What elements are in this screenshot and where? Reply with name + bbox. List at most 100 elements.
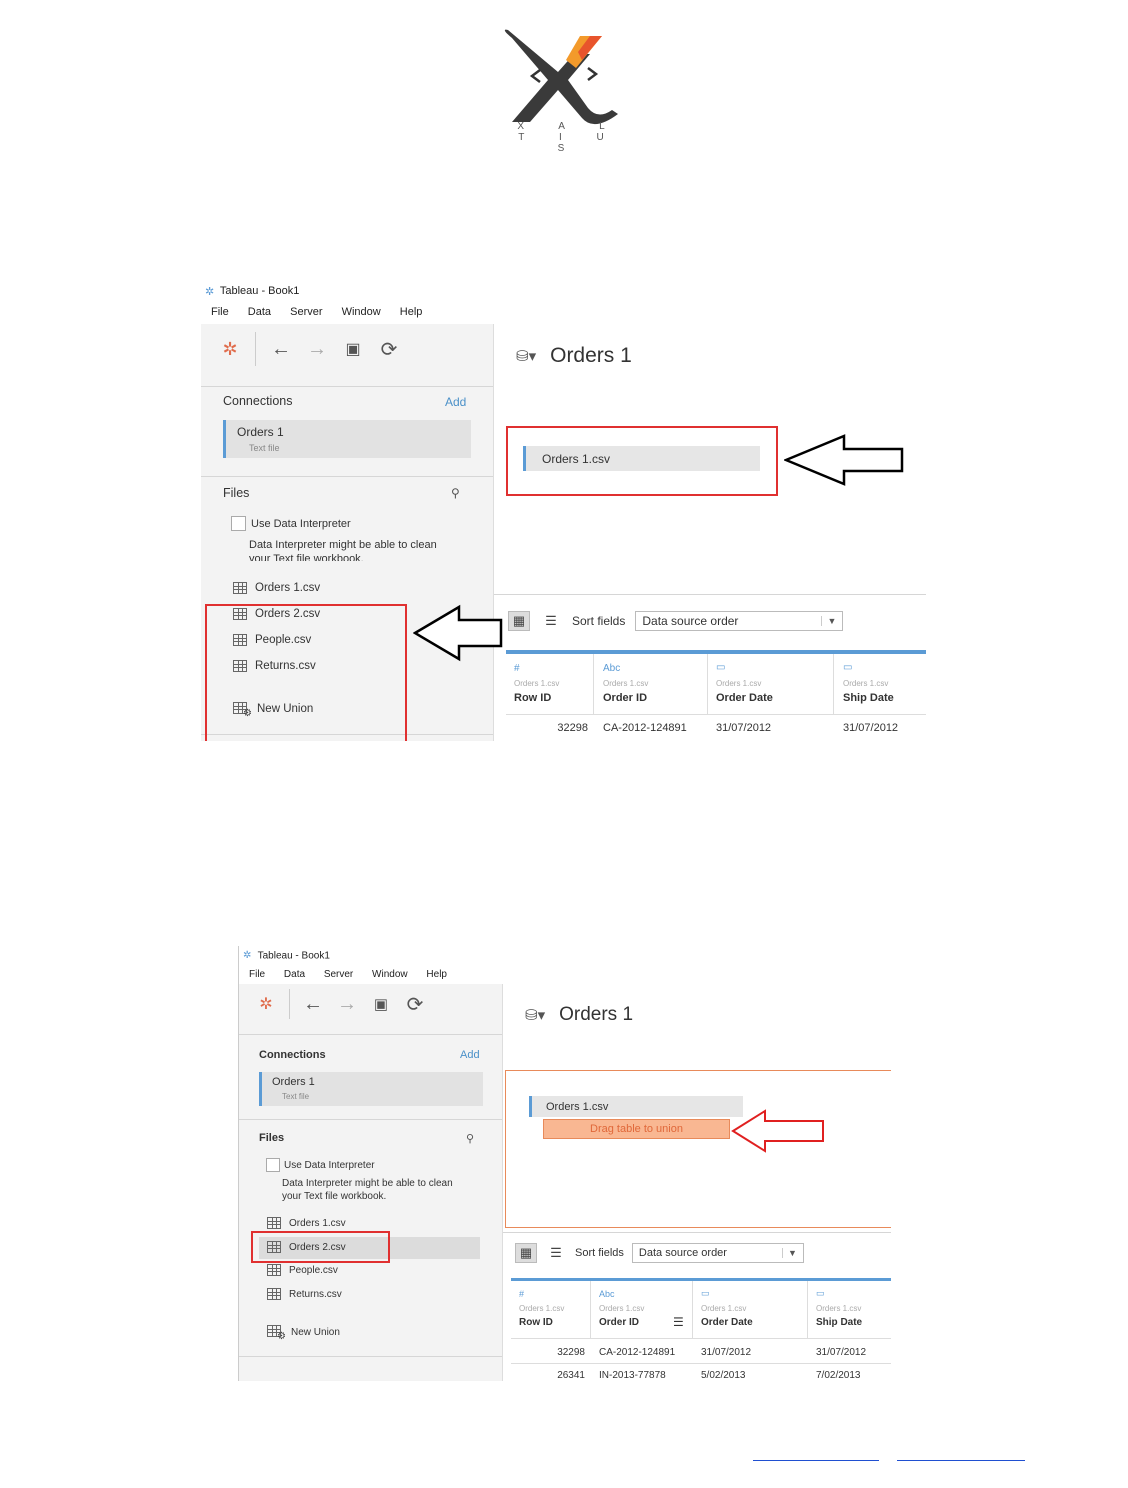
datasource-title[interactable]: Orders 1: [550, 344, 632, 368]
sort-fields-label: Sort fields: [575, 1247, 624, 1259]
save-icon[interactable]: ▣: [370, 993, 392, 1015]
file-item[interactable]: Orders 1.csv: [233, 582, 320, 594]
grid-cell: 31/07/2012: [816, 1347, 867, 1358]
add-connection-link[interactable]: Add: [445, 395, 466, 409]
column-header[interactable]: ▭ Orders 1.csv Order Date: [693, 1281, 808, 1338]
column-header[interactable]: ▭ Orders 1.csv Ship Date: [835, 654, 926, 714]
grid-view-icon[interactable]: ▦: [508, 611, 530, 631]
tableau-icon: ✲: [205, 286, 215, 299]
back-arrow-icon[interactable]: ←: [270, 338, 292, 360]
tableau-home-icon[interactable]: ✲: [255, 993, 277, 1015]
menu-data[interactable]: Data: [248, 306, 271, 318]
interpreter-note-line1: Data Interpreter might be able to clean: [282, 1178, 453, 1189]
menu-window[interactable]: Window: [342, 306, 381, 318]
files-title: Files: [259, 1132, 285, 1144]
file-name: Orders 1.csv: [289, 1217, 346, 1229]
table-icon: [233, 582, 247, 594]
chevron-down-icon: ▼: [821, 616, 836, 626]
menu-file[interactable]: File: [211, 306, 229, 318]
table-icon: [267, 1264, 281, 1276]
menu-data[interactable]: Data: [284, 969, 305, 980]
calendar-icon: ▭: [701, 1288, 710, 1298]
drag-to-union-target[interactable]: Drag table to union: [543, 1119, 730, 1139]
toolbar: ✲ ← → ▣ ⟳: [255, 989, 426, 1019]
file-item[interactable]: People.csv: [267, 1264, 338, 1276]
union-drop-zone[interactable]: [505, 1070, 891, 1228]
row-divider: [511, 1363, 891, 1364]
datasource-title[interactable]: Orders 1: [559, 1004, 633, 1026]
new-union-item[interactable]: ⚙ New Union: [267, 1325, 340, 1342]
column-name: Ship Date: [816, 1317, 863, 1328]
grid-cell: 31/07/2012: [701, 1347, 752, 1358]
sort-fields-select[interactable]: Data source order ▼: [631, 1243, 804, 1263]
divider: [201, 386, 493, 387]
sort-icon[interactable]: ☰: [673, 1315, 684, 1329]
divider: [239, 1356, 502, 1357]
column-header[interactable]: Abc Orders 1.csv Order ID: [595, 654, 708, 714]
list-view-icon[interactable]: ☰: [540, 611, 562, 631]
menu-window[interactable]: Window: [372, 969, 408, 980]
menu-file[interactable]: File: [249, 969, 265, 980]
column-header[interactable]: ▭ Orders 1.csv Ship Date: [808, 1281, 891, 1338]
grid-cell: 31/07/2012: [843, 722, 899, 734]
grid-cell: CA-2012-124891: [599, 1347, 676, 1358]
menu-bar: File Data Server Window Help: [249, 969, 891, 980]
column-name: Order Date: [716, 692, 773, 704]
divider: [239, 1034, 502, 1035]
canvas-table-tile[interactable]: Orders 1.csv: [523, 446, 760, 471]
grid-cell: CA-2012-124891: [603, 722, 687, 734]
list-view-icon[interactable]: ☰: [545, 1243, 567, 1263]
interpreter-note-line2: your Text file workbook.: [282, 1191, 387, 1202]
divider: [239, 1119, 502, 1120]
files-title: Files: [223, 486, 250, 500]
column-header[interactable]: Abc Orders 1.csv Order ID ☰: [591, 1281, 693, 1338]
search-icon[interactable]: ⚲: [451, 486, 460, 500]
grid-view-icon[interactable]: ▦: [515, 1243, 537, 1263]
toolbar: ✲ ← → ▣ ⟳: [219, 332, 400, 366]
forward-arrow-icon[interactable]: →: [306, 338, 328, 360]
sort-fields-select[interactable]: Data source order ▼: [635, 611, 844, 631]
window-titlebar: ✲ Tableau - Book1: [243, 950, 891, 962]
data-interpreter-checkbox[interactable]: [231, 516, 246, 531]
connection-item[interactable]: Orders 1 Text file: [259, 1072, 483, 1106]
column-header[interactable]: ▭ Orders 1.csv Order Date: [708, 654, 834, 714]
column-source: Orders 1.csv: [519, 1304, 565, 1313]
search-icon[interactable]: ⚲: [466, 1132, 474, 1145]
calendar-icon: ▭: [843, 662, 853, 673]
connection-type: Text file: [249, 443, 280, 453]
left-pane: ✲ ← → ▣ ⟳ Connections Add Orders 1 Text …: [201, 324, 494, 741]
refresh-icon[interactable]: ⟳: [404, 993, 426, 1016]
column-header[interactable]: # Orders 1.csv Row ID: [511, 1281, 591, 1338]
arrow-left-icon: [731, 1109, 824, 1153]
connection-name: Orders 1: [237, 425, 284, 439]
data-interpreter-checkbox[interactable]: [266, 1158, 280, 1172]
forward-arrow-icon[interactable]: →: [336, 993, 358, 1015]
column-source: Orders 1.csv: [603, 679, 649, 688]
grid-cell: 26341: [557, 1370, 585, 1381]
connections-title: Connections: [223, 394, 293, 408]
file-item[interactable]: Returns.csv: [267, 1288, 342, 1300]
menu-help[interactable]: Help: [400, 306, 423, 318]
sort-fields-label: Sort fields: [572, 614, 626, 628]
database-icon[interactable]: ⛁▾: [516, 347, 536, 365]
connection-name: Orders 1: [272, 1076, 315, 1088]
menu-server[interactable]: Server: [324, 969, 353, 980]
arrow-left-icon: [413, 604, 503, 662]
refresh-icon[interactable]: ⟳: [378, 338, 400, 361]
files-highlight-box: [205, 604, 407, 741]
add-connection-link[interactable]: Add: [460, 1049, 480, 1061]
save-icon[interactable]: ▣: [342, 338, 364, 360]
footer-rule-right: [897, 1460, 1025, 1461]
database-icon[interactable]: ⛁▾: [525, 1006, 545, 1024]
connection-item[interactable]: Orders 1 Text file: [223, 420, 471, 458]
file-item[interactable]: Orders 1.csv: [267, 1217, 346, 1229]
tableau-home-icon[interactable]: ✲: [219, 338, 241, 360]
canvas-table-tile[interactable]: Orders 1.csv: [529, 1096, 743, 1117]
back-arrow-icon[interactable]: ←: [302, 993, 324, 1015]
menu-server[interactable]: Server: [290, 306, 322, 318]
tableau-screenshot-1: ✲ Tableau - Book1 File Data Server Windo…: [201, 280, 926, 741]
menu-help[interactable]: Help: [426, 969, 447, 980]
file-highlight-box: [251, 1231, 390, 1263]
column-header[interactable]: # Orders 1.csv Row ID: [506, 654, 594, 714]
logo-wordmark: X A L T I U S: [517, 121, 621, 154]
